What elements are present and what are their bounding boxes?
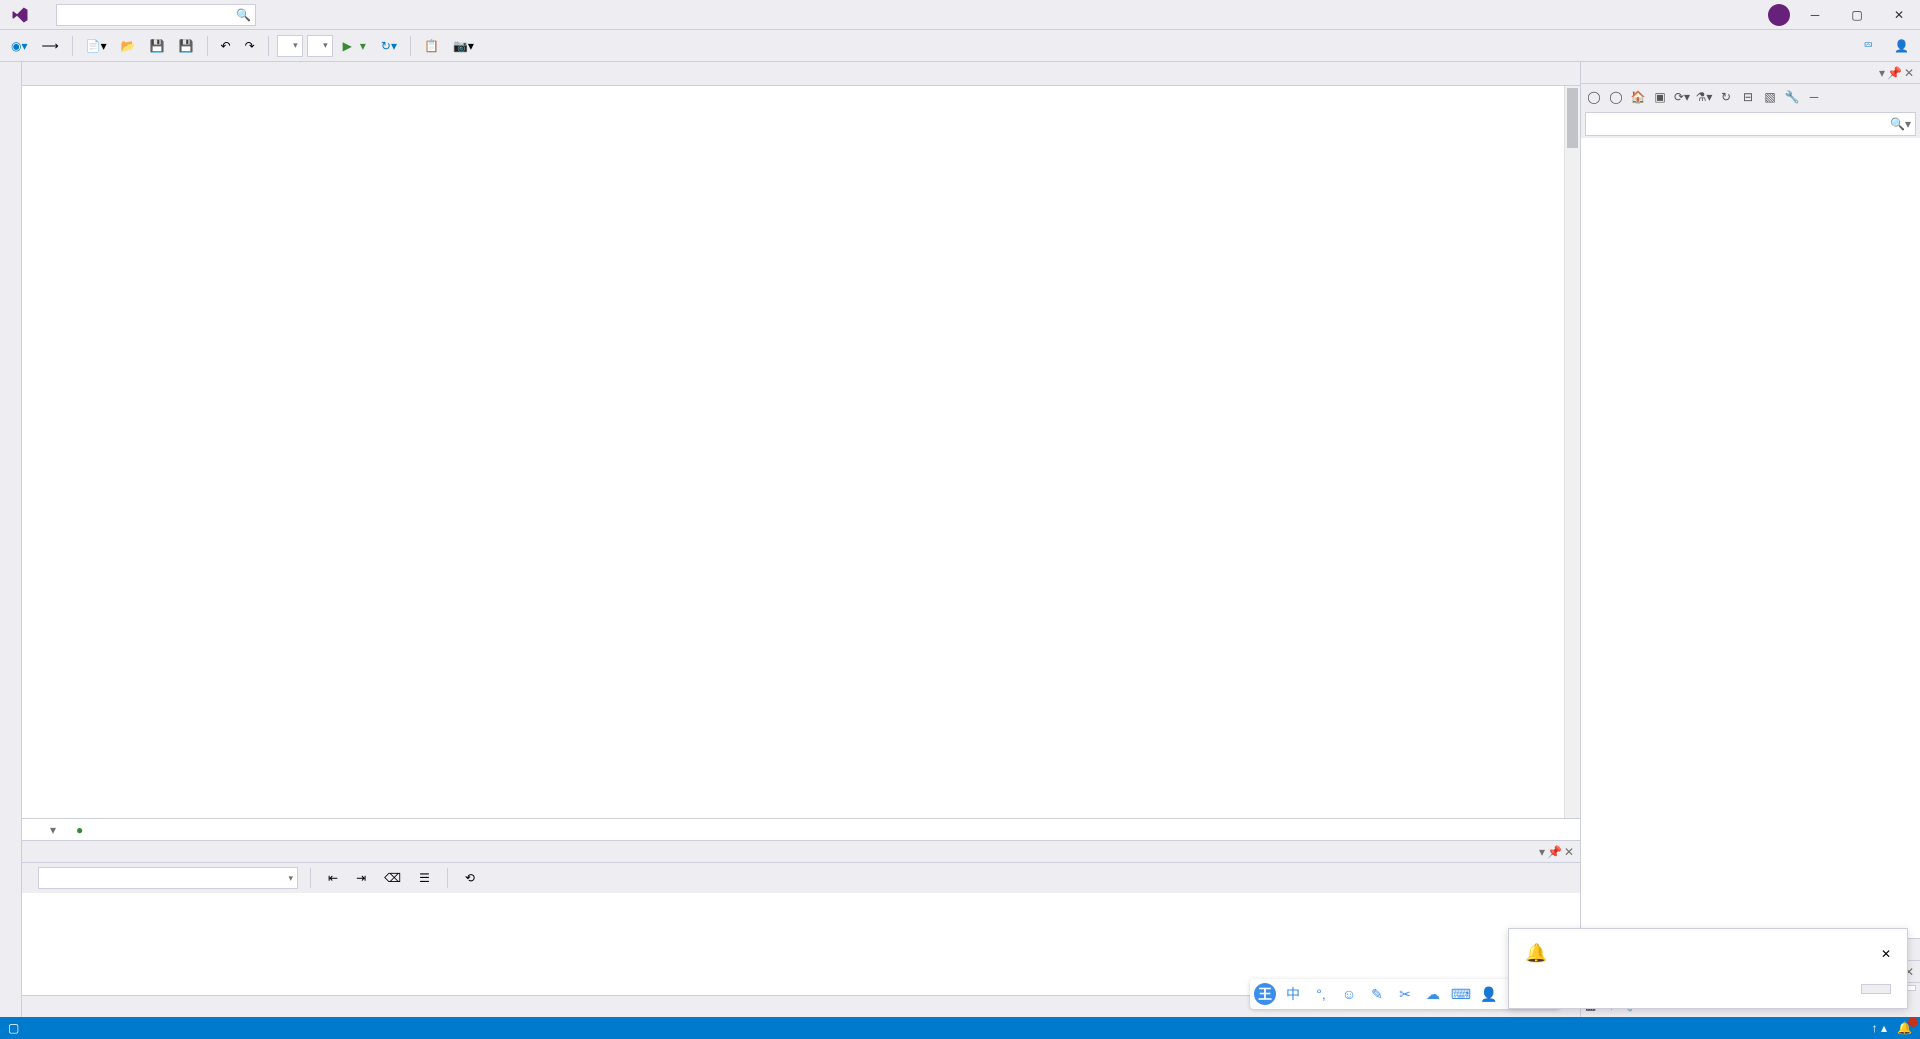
open-button[interactable]: 📂 xyxy=(116,36,141,56)
solx-fwd-icon[interactable]: ◯ xyxy=(1607,88,1625,106)
code-content[interactable] xyxy=(96,86,1564,818)
output-panel: ▾ 📌 ✕ ⇤ ⇥ ⌫ ☰ ⟲ xyxy=(22,840,1580,995)
ime-pen-icon[interactable]: ✎ xyxy=(1366,983,1388,1005)
search-icon: 🔍 xyxy=(236,8,251,22)
save-button[interactable]: 💾 xyxy=(145,36,170,56)
browser-link-button[interactable]: 📋 xyxy=(419,36,444,56)
ime-keyboard-icon[interactable]: ⌨ xyxy=(1450,983,1472,1005)
back-button[interactable]: ◉▾ xyxy=(6,36,33,56)
solx-dropdown-icon[interactable]: ▾ xyxy=(1879,66,1885,80)
solx-filter-icon[interactable]: ⚗▾ xyxy=(1695,88,1713,106)
output-wrap-icon[interactable]: ☰ xyxy=(414,868,435,888)
solution-explorer-toolbar: ◯ ◯ 🏠 ▣ ⟳▾ ⚗▾ ↻ ⊟ ▧ 🔧 ─ xyxy=(1581,84,1920,110)
maximize-button[interactable]: ▢ xyxy=(1840,2,1874,28)
panel-dropdown-icon[interactable]: ▾ xyxy=(1539,845,1545,859)
solx-back-icon[interactable]: ◯ xyxy=(1585,88,1603,106)
run-button[interactable]: ▶ ▾ xyxy=(337,37,372,55)
solx-pin-icon[interactable]: 📌 xyxy=(1887,66,1902,80)
panel-pin-icon[interactable]: 📌 xyxy=(1547,845,1562,859)
editor-status-bar: ▾ ● xyxy=(22,818,1580,840)
title-bar: 🔍 ─ ▢ ✕ xyxy=(0,0,1920,30)
status-notifications-button[interactable]: 🔔 xyxy=(1897,1021,1912,1035)
line-number-gutter xyxy=(22,86,82,818)
output-source-dropdown[interactable] xyxy=(38,867,298,889)
solution-explorer-header: ▾ 📌 ✕ xyxy=(1581,62,1920,84)
notification-close-button[interactable]: ✕ xyxy=(1881,947,1891,961)
code-editor[interactable] xyxy=(22,86,1580,818)
save-all-button[interactable]: 💾 xyxy=(174,36,199,56)
ime-scissors-icon[interactable]: ✂ xyxy=(1394,983,1416,1005)
scrollbar-thumb[interactable] xyxy=(1567,88,1578,148)
main-toolbar: ◉▾ ⟶ 📄▾ 📂 💾 💾 ↶ ↷ ▶ ▾ ↻▾ 📋 📷▾ ⮹ 👤 xyxy=(0,30,1920,62)
solx-sync-icon[interactable]: ⟳▾ xyxy=(1673,88,1691,106)
solx-wrench-icon[interactable]: 🔧 xyxy=(1783,88,1801,106)
play-icon: ▶ xyxy=(343,39,352,53)
minimize-button[interactable]: ─ xyxy=(1798,2,1832,28)
panel-close-icon[interactable]: ✕ xyxy=(1564,845,1574,859)
left-tool-tabs xyxy=(0,62,22,1017)
solx-scope-icon[interactable]: ▣ xyxy=(1651,88,1669,106)
global-search-box[interactable]: 🔍 xyxy=(56,4,256,26)
platform-dropdown[interactable] xyxy=(307,35,333,57)
solution-explorer-search[interactable]: 🔍▾ xyxy=(1585,112,1916,136)
notification-details-button[interactable] xyxy=(1861,984,1891,994)
solx-home-icon[interactable]: 🏠 xyxy=(1629,88,1647,106)
undo-button[interactable]: ↶ xyxy=(216,36,236,56)
refresh-button[interactable]: ↻▾ xyxy=(376,36,402,56)
ime-emoji-icon[interactable]: ☺ xyxy=(1338,983,1360,1005)
solx-showall-icon[interactable]: ▧ xyxy=(1761,88,1779,106)
solx-refresh-icon[interactable]: ↻ xyxy=(1717,88,1735,106)
ime-logo-icon[interactable]: 王 xyxy=(1254,983,1276,1005)
liveshare-icon: ⮹ xyxy=(1863,38,1873,53)
extension-button[interactable]: 📷▾ xyxy=(448,36,479,56)
forward-button[interactable]: ⟶ xyxy=(37,36,64,56)
solution-tree[interactable] xyxy=(1581,138,1920,938)
solx-collapse-icon[interactable]: ⊟ xyxy=(1739,88,1757,106)
search-icon: 🔍▾ xyxy=(1890,117,1911,131)
solx-close-icon[interactable]: ✕ xyxy=(1904,66,1914,80)
account-button[interactable]: 👤 xyxy=(1889,36,1914,56)
status-source-control[interactable]: ↑ ▴ xyxy=(1872,1021,1887,1035)
close-button[interactable]: ✕ xyxy=(1882,2,1916,28)
update-notification-toast: 🔔 ✕ xyxy=(1508,928,1908,1009)
config-dropdown[interactable] xyxy=(277,35,303,57)
output-prev-icon[interactable]: ⇤ xyxy=(323,868,343,888)
editor-vertical-scrollbar[interactable] xyxy=(1564,86,1580,818)
ime-lang-icon[interactable]: 中 xyxy=(1282,983,1304,1005)
document-tabs xyxy=(22,62,1580,86)
user-badge[interactable] xyxy=(1768,4,1790,26)
bell-icon: 🔔 xyxy=(1525,943,1547,964)
vs-logo-icon xyxy=(10,5,30,25)
ime-cloud-icon[interactable]: ☁ xyxy=(1422,983,1444,1005)
ime-user-icon[interactable]: 👤 xyxy=(1478,983,1500,1005)
redo-button[interactable]: ↷ xyxy=(240,36,260,56)
fold-gutter[interactable] xyxy=(82,86,96,818)
ime-punct-icon[interactable]: °, xyxy=(1310,983,1332,1005)
live-share-button[interactable]: ⮹ xyxy=(1855,38,1885,53)
solution-explorer-search-input[interactable] xyxy=(1590,118,1890,130)
issues-check-icon: ● xyxy=(76,823,83,837)
solx-dash-icon[interactable]: ─ xyxy=(1805,88,1823,106)
status-bar: ▢ ↑ ▴ 🔔 xyxy=(0,1017,1920,1039)
global-search-input[interactable] xyxy=(61,8,236,22)
output-next-icon[interactable]: ⇥ xyxy=(351,868,371,888)
new-item-button[interactable]: 📄▾ xyxy=(81,36,112,56)
status-app-icon: ▢ xyxy=(8,1021,19,1035)
output-clear-icon[interactable]: ⌫ xyxy=(379,868,406,888)
output-toggle-icon[interactable]: ⟲ xyxy=(460,868,480,888)
notification-badge xyxy=(1908,1017,1918,1027)
